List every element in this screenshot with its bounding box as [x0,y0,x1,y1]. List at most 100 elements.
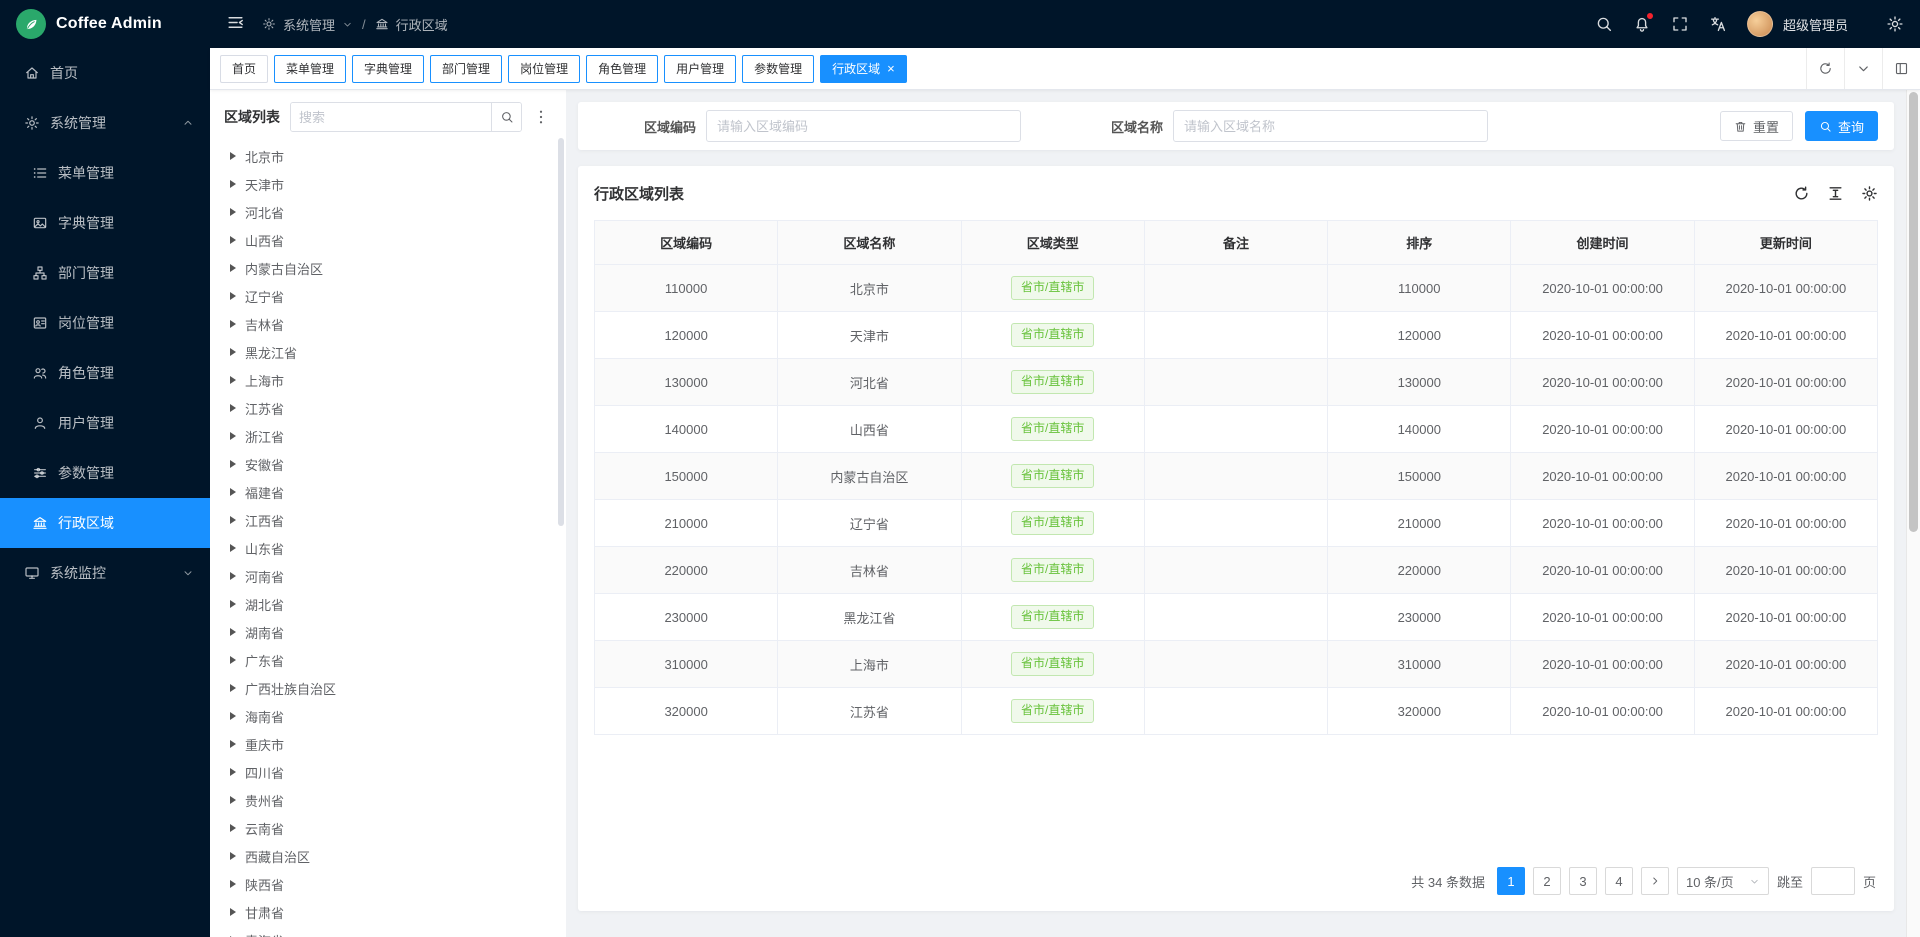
table-column-header[interactable]: 区域名称 [778,221,961,265]
tree-item[interactable]: 吉林省 [224,310,556,338]
breadcrumb-section[interactable]: 系统管理 [283,15,335,34]
table-row[interactable]: 150000 内蒙古自治区 省市/直辖市 150000 2020-10-01 0… [595,453,1878,500]
sidebar-item-region[interactable]: 行政区域 [0,498,210,548]
caret-right-icon[interactable] [230,628,236,636]
sidebar-item-user-management[interactable]: 用户管理 [0,398,210,448]
tab-menu-management[interactable]: 菜单管理 [274,55,346,83]
tree-item[interactable]: 广东省 [224,646,556,674]
tree-item[interactable]: 天津市 [224,170,556,198]
tree-more-options-icon[interactable] [532,108,550,126]
caret-right-icon[interactable] [230,292,236,300]
tree-item[interactable]: 西藏自治区 [224,842,556,870]
caret-right-icon[interactable] [230,460,236,468]
caret-right-icon[interactable] [230,544,236,552]
tree-item[interactable]: 江西省 [224,506,556,534]
tree-item[interactable]: 海南省 [224,702,556,730]
tab-close-icon[interactable] [887,62,895,75]
caret-right-icon[interactable] [230,432,236,440]
tree-item[interactable]: 黑龙江省 [224,338,556,366]
sidebar-item-home[interactable]: 首页 [0,48,210,98]
caret-right-icon[interactable] [230,320,236,328]
tab-post-management[interactable]: 岗位管理 [508,55,580,83]
table-row[interactable]: 320000 江苏省 省市/直辖市 320000 2020-10-01 00:0… [595,688,1878,735]
tree-item[interactable]: 江苏省 [224,394,556,422]
tree-item[interactable]: 甘肃省 [224,898,556,926]
menu-fold-icon[interactable] [226,13,248,35]
table-row[interactable]: 130000 河北省 省市/直辖市 130000 2020-10-01 00:0… [595,359,1878,406]
caret-right-icon[interactable] [230,768,236,776]
window-scrollbar-thumb[interactable] [1909,92,1918,532]
caret-right-icon[interactable] [230,152,236,160]
search-icon[interactable] [1595,15,1613,33]
page-size-select[interactable]: 10 条/页 [1677,867,1769,895]
tab-department-management[interactable]: 部门管理 [430,55,502,83]
caret-right-icon[interactable] [230,908,236,916]
table-column-header[interactable]: 更新时间 [1694,221,1877,265]
query-button[interactable]: 查询 [1805,111,1878,141]
tree-item[interactable]: 山西省 [224,226,556,254]
translate-icon[interactable] [1709,15,1727,33]
tree-item[interactable]: 云南省 [224,814,556,842]
table-column-header[interactable]: 区域类型 [961,221,1144,265]
region-code-input[interactable] [706,110,1021,142]
tree-item[interactable]: 贵州省 [224,786,556,814]
tree-item[interactable]: 山东省 [224,534,556,562]
jump-page-input[interactable] [1811,867,1855,895]
page-button-2[interactable]: 2 [1533,867,1561,895]
tree-item[interactable]: 福建省 [224,478,556,506]
table-column-header[interactable]: 备注 [1144,221,1327,265]
tree-item[interactable]: 重庆市 [224,730,556,758]
row-height-icon[interactable] [1827,185,1844,202]
tree-item[interactable]: 湖北省 [224,590,556,618]
window-scrollbar[interactable] [1906,90,1920,937]
table-row[interactable]: 110000 北京市 省市/直辖市 110000 2020-10-01 00:0… [595,265,1878,312]
fullscreen-icon[interactable] [1671,15,1689,33]
caret-right-icon[interactable] [230,852,236,860]
table-row[interactable]: 310000 上海市 省市/直辖市 310000 2020-10-01 00:0… [595,641,1878,688]
tree-item[interactable]: 河南省 [224,562,556,590]
bell-icon[interactable] [1633,15,1651,33]
tree-item[interactable]: 河北省 [224,198,556,226]
refresh-tab-icon[interactable] [1806,48,1844,89]
tree-item[interactable]: 青海省 [224,926,556,937]
table-column-header[interactable]: 创建时间 [1511,221,1694,265]
tree-scrollbar-thumb[interactable] [558,138,564,526]
table-row[interactable]: 220000 吉林省 省市/直辖市 220000 2020-10-01 00:0… [595,547,1878,594]
caret-right-icon[interactable] [230,236,236,244]
table-column-header[interactable]: 排序 [1328,221,1511,265]
app-logo[interactable]: Coffee Admin [0,0,210,48]
table-column-header[interactable]: 区域编码 [595,221,778,265]
caret-right-icon[interactable] [230,880,236,888]
tab-user-management[interactable]: 用户管理 [664,55,736,83]
sidebar-item-dictionary-management[interactable]: 字典管理 [0,198,210,248]
caret-right-icon[interactable] [230,180,236,188]
page-button-1[interactable]: 1 [1497,867,1525,895]
user-avatar[interactable] [1747,11,1773,37]
caret-right-icon[interactable] [230,600,236,608]
caret-right-icon[interactable] [230,572,236,580]
column-settings-gear-icon[interactable] [1861,185,1878,202]
sidebar-item-role-management[interactable]: 角色管理 [0,348,210,398]
tree-item[interactable]: 陕西省 [224,870,556,898]
table-row[interactable]: 230000 黑龙江省 省市/直辖市 230000 2020-10-01 00:… [595,594,1878,641]
caret-right-icon[interactable] [230,376,236,384]
tab-role-management[interactable]: 角色管理 [586,55,658,83]
tree-search-input[interactable] [291,103,491,131]
tab-dictionary-management[interactable]: 字典管理 [352,55,424,83]
tree-item[interactable]: 内蒙古自治区 [224,254,556,282]
caret-right-icon[interactable] [230,516,236,524]
tree-search-button[interactable] [491,103,521,131]
user-name[interactable]: 超级管理员 [1783,15,1848,34]
sidebar-item-department-management[interactable]: 部门管理 [0,248,210,298]
caret-right-icon[interactable] [230,208,236,216]
table-row[interactable]: 120000 天津市 省市/直辖市 120000 2020-10-01 00:0… [595,312,1878,359]
sidebar-group-system-management[interactable]: 系统管理 [0,98,210,148]
tab-options-chevron-icon[interactable] [1844,48,1882,89]
page-button-4[interactable]: 4 [1605,867,1633,895]
caret-right-icon[interactable] [230,684,236,692]
sidebar-item-post-management[interactable]: 岗位管理 [0,298,210,348]
caret-right-icon[interactable] [230,404,236,412]
tree-item[interactable]: 北京市 [224,142,556,170]
caret-right-icon[interactable] [230,488,236,496]
caret-right-icon[interactable] [230,740,236,748]
